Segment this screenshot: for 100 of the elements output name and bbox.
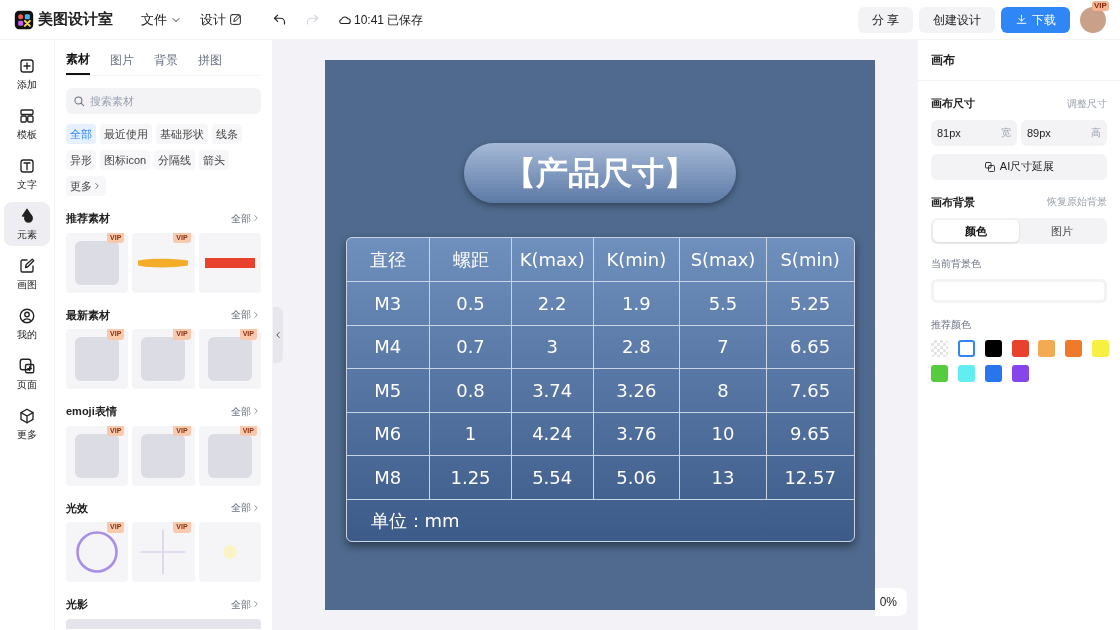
column-header: K(max) xyxy=(510,238,593,281)
column-header: 直径 xyxy=(368,248,407,272)
section-title: 画布尺寸 xyxy=(931,96,975,111)
download-icon xyxy=(1015,13,1028,26)
toolbar-button[interactable]: 分 享 xyxy=(857,6,913,33)
collapse-panel-handle[interactable] xyxy=(273,307,283,363)
segment-tab[interactable]: 图片 xyxy=(1019,220,1105,242)
chevron-right-icon xyxy=(251,213,261,224)
edit-icon xyxy=(229,13,242,26)
panel-tab[interactable]: 图片 xyxy=(110,50,134,75)
filter-chip[interactable]: 最近使用 xyxy=(100,124,152,144)
table-cell: 2.2 xyxy=(510,282,593,325)
vip-badge: VIP xyxy=(1092,0,1109,11)
panel-tab[interactable]: 背景 xyxy=(154,50,178,75)
element-thumbnail[interactable] xyxy=(198,232,261,293)
bar-shape-drawing xyxy=(204,257,255,268)
text-icon xyxy=(18,156,36,175)
filter-chip[interactable]: 箭头 xyxy=(199,150,230,170)
color-swatch[interactable] xyxy=(1092,340,1110,357)
table-cell: 5.06 xyxy=(592,456,680,499)
panel-title: 画布 xyxy=(931,52,955,69)
sticker-placeholder xyxy=(141,433,186,478)
sidebar-tab[interactable]: 文字 xyxy=(4,152,50,196)
color-swatch[interactable] xyxy=(1011,340,1029,357)
see-all-link[interactable]: 全部 xyxy=(231,500,261,516)
filter-chip[interactable]: 线条 xyxy=(212,124,242,144)
save-status: 10:41 已保存 xyxy=(354,11,424,29)
table-cell: 0.5 xyxy=(429,282,511,325)
filter-chip[interactable]: 异形 xyxy=(66,150,96,170)
user-icon xyxy=(18,306,36,325)
transparent-swatch[interactable] xyxy=(931,340,948,357)
table-cell: 3 xyxy=(510,325,593,368)
color-swatch[interactable] xyxy=(984,365,1002,382)
see-all-link[interactable]: 全部 xyxy=(231,596,261,612)
toolbar-button[interactable]: 创建设计 xyxy=(919,6,995,33)
menu-button[interactable]: 设计 xyxy=(200,9,242,30)
element-thumbnail[interactable] xyxy=(198,522,261,582)
panel-tab[interactable]: 素材 xyxy=(66,50,90,75)
table-cell-text: M4 xyxy=(373,335,403,360)
color-swatch[interactable] xyxy=(957,365,975,382)
table-cell: 1.25 xyxy=(429,456,511,499)
color-swatch[interactable] xyxy=(984,340,1002,357)
sidebar-tab[interactable]: 添加 xyxy=(4,52,50,96)
sidebar-tab[interactable]: 我的 xyxy=(4,302,50,346)
color-swatch[interactable] xyxy=(1011,365,1029,382)
layout-icon xyxy=(18,106,36,125)
sticker-placeholder xyxy=(75,337,120,381)
table-cell-text: M5 xyxy=(373,378,403,403)
search-field[interactable]: 搜索素材 xyxy=(66,88,261,114)
cube-icon xyxy=(18,406,36,425)
table-cell: 7.65 xyxy=(765,369,854,412)
sticker-placeholder xyxy=(75,433,120,478)
table-cell: 1 xyxy=(429,412,511,455)
table-cell: 1.9 xyxy=(592,282,680,325)
color-swatch[interactable] xyxy=(1065,340,1083,357)
unit-note: 单位：mm xyxy=(370,508,460,533)
column-header: S(max) xyxy=(679,238,766,281)
table-cell-text: M6 xyxy=(373,422,403,447)
section-title: emoji表情 xyxy=(66,404,117,419)
color-swatch[interactable] xyxy=(931,365,948,382)
table-cell: 13 xyxy=(679,456,766,499)
column-header: K(min) xyxy=(592,238,680,281)
ai-resize-button[interactable]: AI尺寸延展 xyxy=(931,153,1107,180)
filter-chip[interactable]: 基础形状 xyxy=(156,124,208,144)
app-name: 美图设计室 xyxy=(38,9,113,30)
app-logo-icon xyxy=(14,9,34,30)
chevron-right-icon xyxy=(251,599,261,610)
zoom-control[interactable]: 0% xyxy=(875,588,907,616)
column-header: 螺距 xyxy=(429,238,511,281)
download-button[interactable]: 下载 xyxy=(1001,6,1070,33)
sidebar-tab[interactable]: 页面 xyxy=(4,352,50,396)
unit-label: 宽 xyxy=(1001,125,1011,140)
table-cell: 12.57 xyxy=(765,456,854,499)
sidebar-tab[interactable]: 更多 xyxy=(4,402,50,446)
add-icon xyxy=(18,56,36,75)
sticker-placeholder xyxy=(75,240,120,285)
filter-chip[interactable]: 更多 xyxy=(66,176,106,196)
color-swatch[interactable] xyxy=(1038,340,1056,357)
avatar[interactable] xyxy=(1080,6,1106,33)
panel-tab[interactable]: 拼图 xyxy=(198,50,222,75)
table-cell: 5.5 xyxy=(679,282,766,325)
menu-button[interactable]: 文件 xyxy=(141,9,182,30)
unit-label: 高 xyxy=(1091,125,1101,140)
segment-tab[interactable]: 颜色 xyxy=(933,220,1019,242)
sidebar-tab[interactable]: 画图 xyxy=(4,252,50,296)
filter-chip[interactable]: 分隔线 xyxy=(154,150,196,170)
pencil-icon xyxy=(18,256,36,275)
see-all-link[interactable]: 全部 xyxy=(231,307,261,323)
see-all-link[interactable]: 全部 xyxy=(231,403,261,419)
sidebar-tab[interactable]: 元素 xyxy=(4,202,50,246)
table-cell: 0.8 xyxy=(429,369,511,412)
spec-table[interactable]: 直径 螺距 K(max) K(min) S(max) S(min) M3 0.5 2.2 1.9 5.5 5.25 M4 0.7 3 2.8 7 6.65 M5 0.8 3.74 3.26 8 7.65 M6 1 4.24 3.76 10 9.65 M8 1.25 5.54 5.06 13 12.57 单位：mm xyxy=(345,237,855,542)
section-title: 推荐素材 xyxy=(66,211,110,226)
color-swatch[interactable] xyxy=(957,340,975,357)
field-label: 当前背景色 xyxy=(931,257,982,271)
filter-chip[interactable]: 图标icon xyxy=(100,150,151,170)
search-icon xyxy=(72,94,86,108)
see-all-link[interactable]: 全部 xyxy=(231,210,261,226)
chevron-right-icon xyxy=(251,309,261,320)
sidebar-tab[interactable]: 模板 xyxy=(4,102,50,146)
